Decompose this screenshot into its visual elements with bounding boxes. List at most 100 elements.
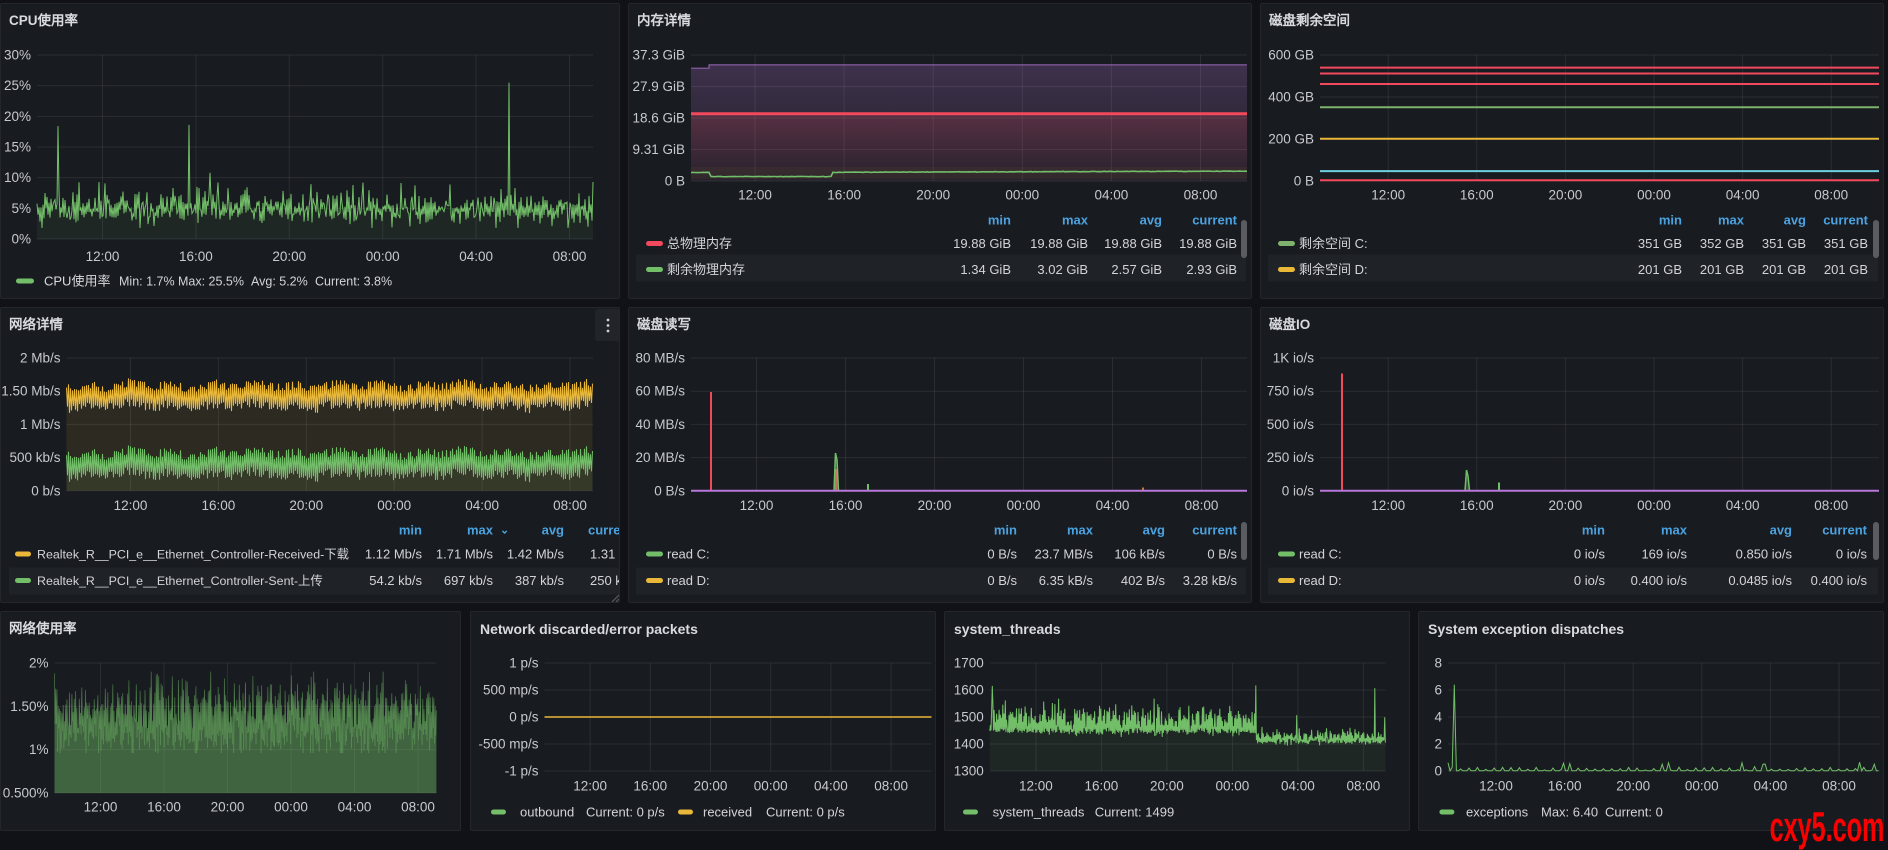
svg-text:750 io/s: 750 io/s	[1267, 384, 1315, 399]
svg-text:106 kB/s: 106 kB/s	[1114, 547, 1165, 562]
svg-text:0 io/s: 0 io/s	[1836, 547, 1868, 562]
svg-text:1.42 Mb/s: 1.42 Mb/s	[507, 547, 565, 562]
svg-text:20%: 20%	[4, 109, 31, 124]
svg-text:20:00: 20:00	[1616, 779, 1650, 794]
svg-text:Avg: 5.2%: Avg: 5.2%	[251, 275, 308, 289]
svg-text:exceptions: exceptions	[1466, 805, 1529, 820]
svg-text:12:00: 12:00	[84, 800, 118, 815]
svg-text:3.28 kB/s: 3.28 kB/s	[1183, 573, 1238, 588]
svg-text:40 MB/s: 40 MB/s	[635, 417, 685, 432]
svg-text:read C:: read C:	[667, 547, 710, 562]
svg-text:system_threads: system_threads	[993, 805, 1085, 820]
svg-text:16:00: 16:00	[1460, 188, 1494, 203]
svg-text:0 B: 0 B	[1294, 174, 1314, 189]
svg-text:2 Mb/s: 2 Mb/s	[20, 351, 61, 366]
svg-text:current: current	[588, 523, 620, 538]
svg-text:2%: 2%	[29, 656, 49, 671]
svg-text:avg: avg	[1140, 213, 1162, 228]
svg-text:磁盘读写: 磁盘读写	[637, 316, 691, 332]
svg-text:0%: 0%	[11, 232, 31, 247]
svg-text:16:00: 16:00	[633, 779, 667, 794]
svg-text:4: 4	[1434, 710, 1442, 725]
svg-text:1.50 Mb/s: 1.50 Mb/s	[1, 384, 61, 399]
svg-text:04:00: 04:00	[1726, 188, 1760, 203]
svg-text:00:00: 00:00	[754, 779, 788, 794]
svg-text:0.500%: 0.500%	[3, 786, 49, 801]
svg-text:1400: 1400	[954, 737, 984, 752]
svg-text:20:00: 20:00	[272, 249, 306, 264]
svg-text:min: min	[1582, 523, 1605, 538]
svg-text:0 B/s: 0 B/s	[987, 573, 1017, 588]
svg-text:max: max	[1718, 213, 1745, 228]
svg-text:500 kb/s: 500 kb/s	[9, 450, 60, 465]
svg-text:2.93 GiB: 2.93 GiB	[1186, 262, 1237, 277]
svg-text:08:00: 08:00	[553, 249, 587, 264]
svg-text:16:00: 16:00	[1460, 498, 1494, 513]
svg-text:37.3 GiB: 37.3 GiB	[632, 48, 685, 63]
svg-text:60 MB/s: 60 MB/s	[635, 384, 685, 399]
svg-text:201 GB: 201 GB	[1762, 262, 1806, 277]
svg-text:received: received	[703, 805, 752, 820]
svg-text:352 GB: 352 GB	[1700, 236, 1744, 251]
svg-text:1.50%: 1.50%	[10, 699, 48, 714]
svg-text:500 mp/s: 500 mp/s	[483, 683, 539, 698]
svg-text:12:00: 12:00	[114, 498, 148, 513]
svg-text:04:00: 04:00	[1281, 779, 1315, 794]
svg-text:Current: 1499: Current: 1499	[1095, 805, 1175, 820]
svg-text:1 p/s: 1 p/s	[509, 656, 539, 671]
svg-text:08:00: 08:00	[1185, 498, 1219, 513]
svg-text:min: min	[994, 523, 1017, 538]
svg-text:0: 0	[1434, 764, 1442, 779]
svg-text:max: max	[1067, 523, 1094, 538]
svg-text:avg: avg	[1143, 523, 1165, 538]
svg-text:0 B: 0 B	[665, 174, 685, 189]
svg-text:04:00: 04:00	[1095, 188, 1129, 203]
svg-text:0 io/s: 0 io/s	[1282, 483, 1315, 498]
svg-text:0 B/s: 0 B/s	[654, 483, 685, 498]
svg-text:min: min	[399, 523, 422, 538]
svg-text:剩余空间 C:: 剩余空间 C:	[1299, 236, 1368, 251]
svg-text:0 io/s: 0 io/s	[1574, 573, 1606, 588]
svg-text:12:00: 12:00	[1371, 188, 1405, 203]
svg-text:19.88 GiB: 19.88 GiB	[1104, 236, 1162, 251]
svg-text:剩余物理内存: 剩余物理内存	[667, 262, 745, 277]
svg-text:20:00: 20:00	[211, 800, 245, 815]
svg-text:-1 p/s: -1 p/s	[505, 764, 539, 779]
svg-text:Realtek_R__PCI_e__Ethernet_Con: Realtek_R__PCI_e__Ethernet_Controller-Re…	[37, 548, 349, 562]
svg-text:2.57 GiB: 2.57 GiB	[1111, 262, 1162, 277]
svg-text:201 GB: 201 GB	[1638, 262, 1682, 277]
svg-text:10%: 10%	[4, 170, 31, 185]
svg-text:⌄: ⌄	[500, 525, 509, 537]
svg-text:15%: 15%	[4, 140, 31, 155]
svg-text:read D:: read D:	[667, 573, 710, 588]
svg-text:网络详情: 网络详情	[9, 316, 63, 332]
svg-text:12:00: 12:00	[573, 779, 607, 794]
svg-text:6: 6	[1434, 683, 1442, 698]
svg-text:current: current	[1192, 523, 1237, 538]
svg-text:80 MB/s: 80 MB/s	[635, 351, 685, 366]
svg-text:3.02 GiB: 3.02 GiB	[1037, 262, 1088, 277]
svg-text:avg: avg	[1784, 213, 1806, 228]
svg-text:20:00: 20:00	[1549, 188, 1583, 203]
svg-text:current: current	[1192, 213, 1237, 228]
svg-text:0 B/s: 0 B/s	[1207, 547, 1237, 562]
svg-text:0.400 io/s: 0.400 io/s	[1631, 573, 1688, 588]
svg-text:08:00: 08:00	[1184, 188, 1218, 203]
svg-text:网络使用率: 网络使用率	[9, 620, 77, 636]
svg-text:04:00: 04:00	[465, 498, 499, 513]
svg-text:Realtek_R__PCI_e__Ethernet_Con: Realtek_R__PCI_e__Ethernet_Controller-Se…	[37, 573, 323, 588]
svg-text:1%: 1%	[29, 742, 49, 757]
svg-text:5%: 5%	[11, 201, 31, 216]
svg-text:00:00: 00:00	[1637, 188, 1671, 203]
svg-text:19.88 GiB: 19.88 GiB	[1179, 236, 1237, 251]
svg-text:20 MB/s: 20 MB/s	[635, 450, 685, 465]
svg-text:00:00: 00:00	[1005, 188, 1039, 203]
svg-text:00:00: 00:00	[1637, 498, 1671, 513]
svg-text:387 kb/s: 387 kb/s	[515, 573, 565, 588]
svg-text:500 io/s: 500 io/s	[1267, 417, 1315, 432]
svg-text:00:00: 00:00	[1007, 498, 1041, 513]
svg-text:25%: 25%	[4, 78, 31, 93]
svg-text:0.0485 io/s: 0.0485 io/s	[1728, 573, 1792, 588]
svg-text:Current: 0 p/s: Current: 0 p/s	[766, 805, 845, 820]
svg-text:1700: 1700	[954, 656, 984, 671]
